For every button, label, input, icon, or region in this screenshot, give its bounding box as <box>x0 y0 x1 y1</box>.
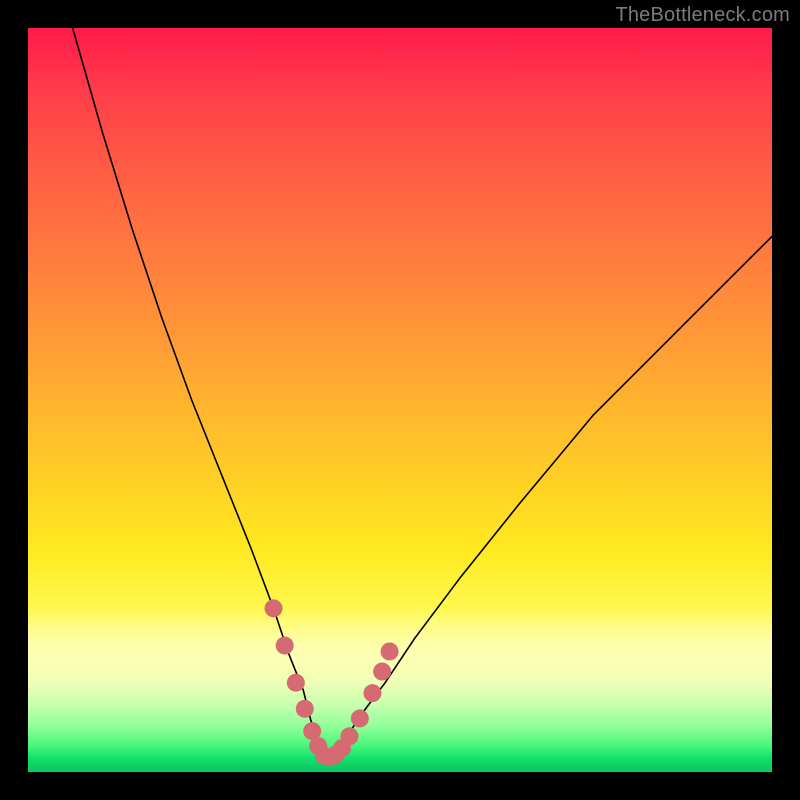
marker-dot <box>296 700 314 718</box>
curve-path <box>73 28 772 757</box>
marker-dot <box>287 674 305 692</box>
marker-dot <box>276 637 294 655</box>
marker-dot <box>351 709 369 727</box>
bottleneck-curve <box>73 28 772 757</box>
plot-area <box>28 28 772 772</box>
marker-dot <box>265 599 283 617</box>
curve-layer <box>28 28 772 772</box>
marker-dot <box>340 727 358 745</box>
marker-dot <box>373 663 391 681</box>
watermark-text: TheBottleneck.com <box>615 4 790 27</box>
marker-trough <box>265 599 399 766</box>
marker-dot <box>381 642 399 660</box>
chart-stage: TheBottleneck.com <box>0 0 800 800</box>
marker-dot <box>363 684 381 702</box>
